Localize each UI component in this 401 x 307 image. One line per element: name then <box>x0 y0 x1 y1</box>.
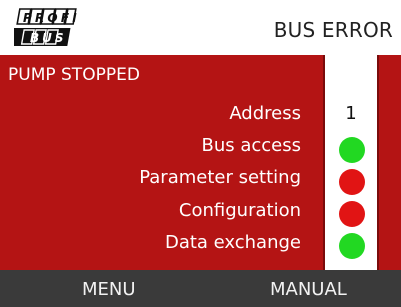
pump-status-text: PUMP STOPPED <box>8 65 140 85</box>
status-indicator-column: 1 <box>323 55 379 270</box>
display-screen: PROFI BUS BUS ERROR PUMP STOPPED Address… <box>0 0 401 307</box>
menu-button[interactable]: MENU <box>82 279 136 300</box>
profibus-logo: PROFI BUS <box>14 8 78 46</box>
header-bar: PROFI BUS BUS ERROR <box>0 0 401 55</box>
bus-status-panel: PUMP STOPPED Address Bus access Paramete… <box>0 55 401 270</box>
configuration-status-indicator <box>339 201 365 227</box>
configuration-label: Configuration <box>178 200 301 221</box>
address-value: 1 <box>345 103 357 124</box>
bus-access-status-indicator <box>339 137 365 163</box>
parameter-setting-label: Parameter setting <box>139 167 301 188</box>
logo-bottom-text: BUS <box>30 31 67 45</box>
address-label: Address <box>229 103 301 124</box>
parameter-setting-status-indicator <box>339 169 365 195</box>
header-title: BUS ERROR <box>273 18 393 42</box>
bus-access-label: Bus access <box>201 135 301 156</box>
manual-button[interactable]: MANUAL <box>270 279 347 300</box>
data-exchange-label: Data exchange <box>164 232 301 253</box>
logo-top-text: PROFI <box>23 11 78 25</box>
softkey-bar: MENU MANUAL <box>0 270 401 307</box>
data-exchange-status-indicator <box>339 233 365 259</box>
